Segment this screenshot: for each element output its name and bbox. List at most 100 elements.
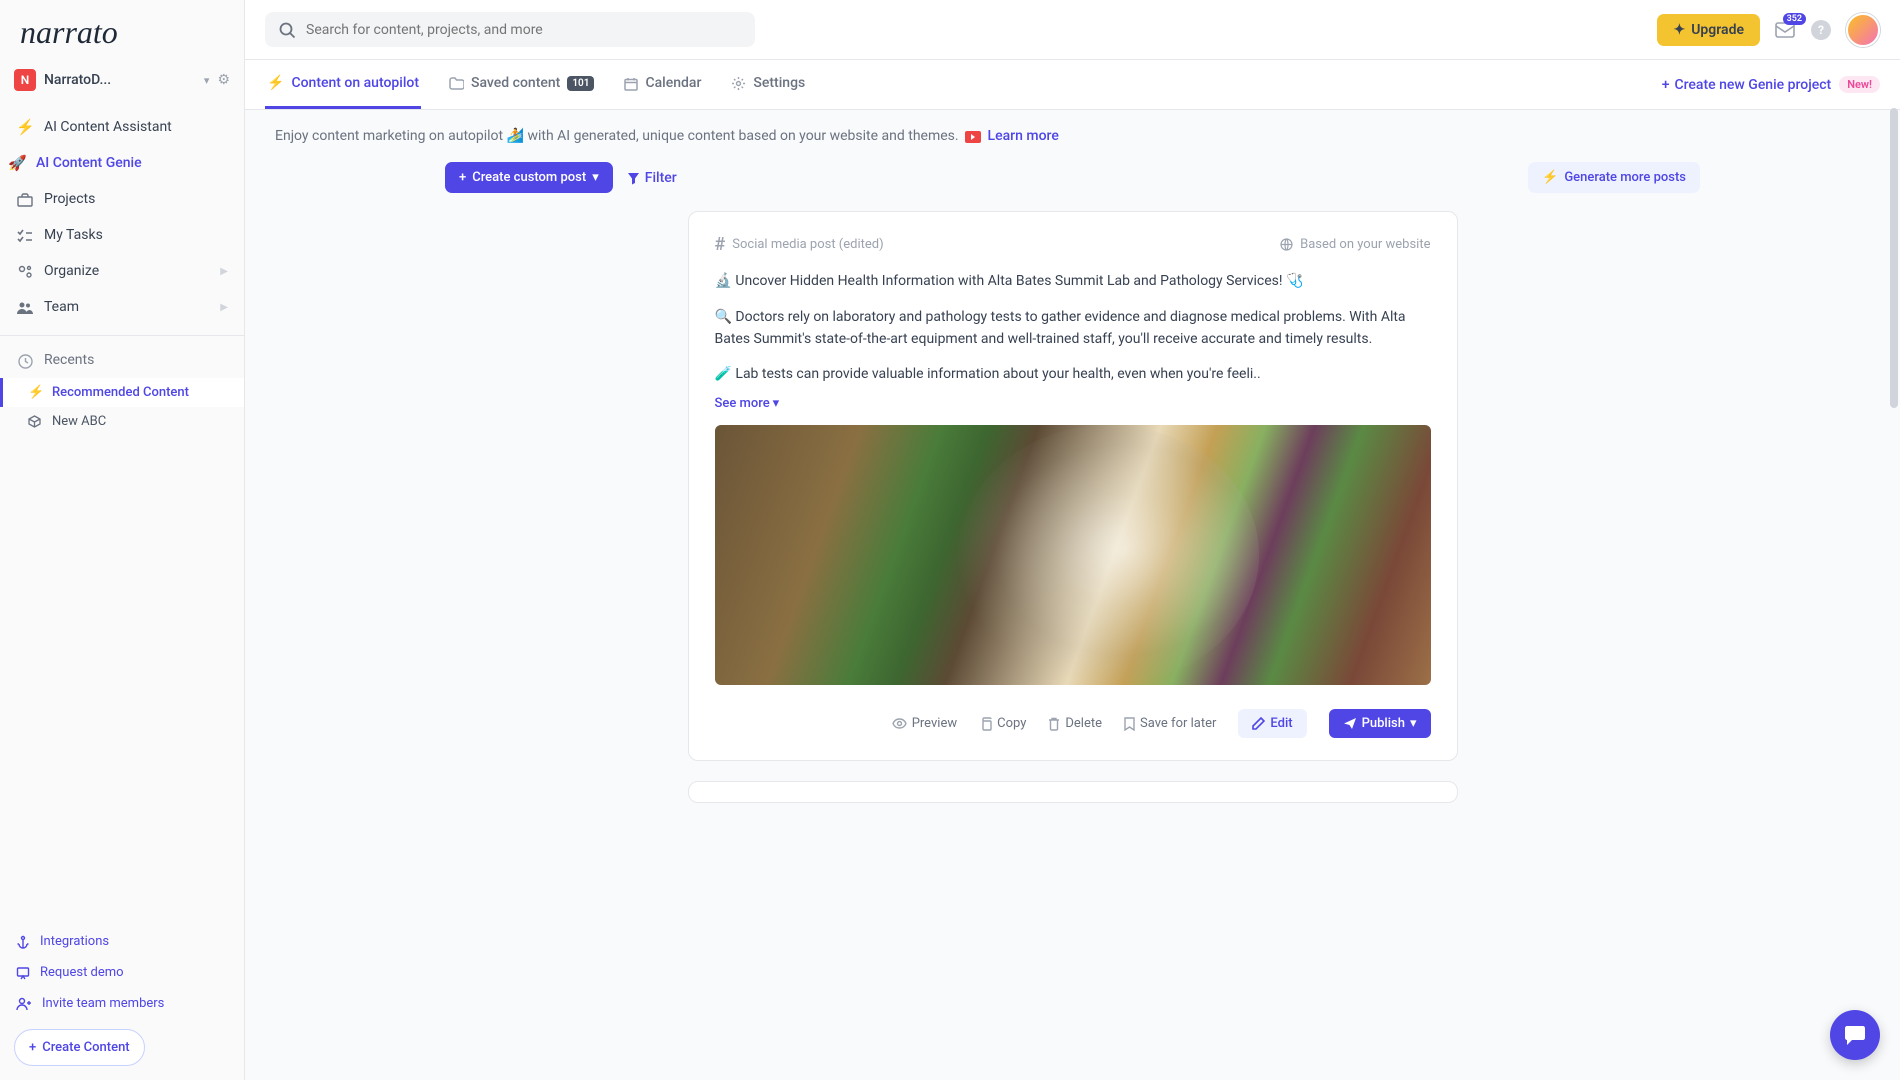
pencil-icon: [1252, 717, 1265, 730]
action-label: Preview: [912, 716, 957, 731]
new-badge: New!: [1839, 76, 1880, 93]
search-bar[interactable]: [265, 12, 755, 47]
post-source-label: Based on your website: [1300, 237, 1430, 252]
copy-button[interactable]: Copy: [979, 716, 1026, 731]
workspace-name: NarratoD...: [44, 72, 196, 88]
post-card-next: [688, 781, 1458, 803]
action-label: Copy: [997, 716, 1026, 731]
presentation-icon: [16, 965, 30, 980]
tab-label: Content on autopilot: [291, 75, 419, 91]
toolbar: + Create custom post ▾ Filter ⚡ Generate…: [245, 162, 1900, 211]
count-badge: 101: [567, 76, 594, 91]
edit-button[interactable]: Edit: [1238, 709, 1306, 738]
workspace-badge: N: [14, 69, 36, 91]
sidebar-item-organize[interactable]: Organize ▶: [0, 253, 244, 289]
team-icon: [16, 298, 34, 316]
see-more-link[interactable]: See more ▾: [715, 396, 780, 411]
topbar-right: ✦ Upgrade 352 ?: [1657, 13, 1880, 47]
tab-autopilot[interactable]: ⚡ Content on autopilot: [265, 60, 421, 109]
trash-icon: [1048, 717, 1060, 731]
topbar: ✦ Upgrade 352 ?: [245, 0, 1900, 60]
notification-count: 352: [1783, 13, 1806, 25]
tab-saved[interactable]: Saved content 101: [447, 60, 596, 109]
sidebar-item-projects[interactable]: Projects: [0, 181, 244, 217]
sidebar-link-integrations[interactable]: Integrations: [0, 926, 244, 957]
post-image: [715, 425, 1431, 685]
help-icon[interactable]: ?: [1810, 19, 1832, 41]
search-input[interactable]: [306, 22, 741, 38]
recents-label: Recents: [44, 352, 94, 368]
tab-calendar[interactable]: Calendar: [622, 60, 703, 109]
sidebar-recent-recommended[interactable]: ⚡ Recommended Content: [0, 378, 244, 407]
plus-icon: +: [1662, 77, 1670, 93]
generate-more-button[interactable]: ⚡ Generate more posts: [1528, 162, 1700, 193]
scrollbar[interactable]: [1890, 108, 1898, 408]
sidebar-link-invite[interactable]: Invite team members: [0, 988, 244, 1019]
briefcase-icon: [16, 190, 34, 208]
learn-more-link[interactable]: Learn more: [988, 128, 1059, 144]
post-type-label: Social media post (edited): [732, 237, 883, 252]
tab-label: Saved content: [471, 75, 560, 91]
sidebar-recent-new-abc[interactable]: New ABC: [0, 407, 244, 436]
sidebar-bottom: Integrations Request demo Invite team me…: [0, 926, 244, 1080]
button-label: Upgrade: [1691, 22, 1744, 38]
globe-icon: [1280, 237, 1293, 252]
recent-label: Recommended Content: [52, 385, 189, 400]
sidebar-recents-header[interactable]: Recents: [0, 342, 244, 378]
nav-label: Team: [44, 299, 79, 315]
copy-icon: [979, 717, 992, 731]
delete-button[interactable]: Delete: [1048, 716, 1102, 731]
sparkle-icon: ✦: [1673, 22, 1685, 38]
button-label: Create Content: [42, 1040, 129, 1055]
button-label: Generate more posts: [1564, 170, 1686, 185]
organize-icon: [16, 262, 34, 280]
rocket-icon: 🚀: [8, 154, 26, 172]
bolt-icon: ⚡: [1542, 170, 1558, 185]
post-card: # Social media post (edited) Based on yo…: [688, 211, 1458, 761]
divider: [0, 335, 244, 336]
user-plus-icon: [16, 996, 32, 1011]
sidebar-item-my-tasks[interactable]: My Tasks: [0, 217, 244, 253]
create-content-button[interactable]: + Create Content: [14, 1029, 145, 1066]
save-button[interactable]: Save for later: [1124, 716, 1216, 731]
sidebar-item-team[interactable]: Team ▶: [0, 289, 244, 325]
funnel-icon: [627, 170, 640, 186]
chevron-down-icon[interactable]: ▾: [204, 74, 210, 87]
action-label: Publish: [1362, 716, 1405, 731]
intro-text: Enjoy content marketing on autopilot 🏄 w…: [245, 128, 1900, 162]
tabs: ⚡ Content on autopilot Saved content 101…: [245, 60, 1900, 110]
anchor-icon: [16, 934, 30, 949]
sidebar-nav: ⚡ AI Content Assistant 🚀 AI Content Geni…: [0, 105, 244, 329]
inbox-icon[interactable]: 352: [1774, 19, 1796, 41]
hash-icon: #: [715, 234, 726, 255]
sidebar-item-ai-assistant[interactable]: ⚡ AI Content Assistant: [0, 109, 244, 145]
filter-button[interactable]: Filter: [627, 170, 677, 186]
cube-icon: [28, 414, 42, 429]
create-project-link[interactable]: + Create new Genie project: [1662, 77, 1832, 93]
preview-button[interactable]: Preview: [892, 716, 957, 731]
create-custom-post-button[interactable]: + Create custom post ▾: [445, 162, 613, 193]
upgrade-button[interactable]: ✦ Upgrade: [1657, 14, 1760, 46]
button-label: Create custom post: [472, 170, 586, 185]
plus-icon: +: [29, 1040, 36, 1055]
post-paragraph: 🔬 Uncover Hidden Health Information with…: [715, 271, 1431, 293]
gear-icon[interactable]: ⚙: [217, 72, 230, 88]
post-paragraph: 🔍 Doctors rely on laboratory and patholo…: [715, 307, 1431, 350]
link-label: Invite team members: [42, 996, 164, 1011]
tab-settings[interactable]: Settings: [729, 60, 807, 109]
search-icon: [279, 20, 296, 39]
bolt-icon: ⚡: [267, 75, 284, 91]
sidebar-item-ai-genie[interactable]: 🚀 AI Content Genie: [0, 145, 244, 181]
sidebar-link-demo[interactable]: Request demo: [0, 957, 244, 988]
action-label: Delete: [1065, 716, 1102, 731]
post-type: # Social media post (edited): [715, 234, 884, 255]
nav-label: AI Content Genie: [36, 155, 142, 171]
see-more-label: See more: [715, 396, 770, 411]
action-label: Edit: [1270, 716, 1292, 731]
workspace-selector[interactable]: N NarratoD... ▾ ⚙: [0, 61, 244, 105]
user-avatar[interactable]: [1846, 13, 1880, 47]
calendar-icon: [624, 75, 638, 91]
chat-widget[interactable]: [1830, 1010, 1880, 1060]
post-header: # Social media post (edited) Based on yo…: [715, 234, 1431, 255]
publish-button[interactable]: Publish ▾: [1329, 709, 1431, 738]
